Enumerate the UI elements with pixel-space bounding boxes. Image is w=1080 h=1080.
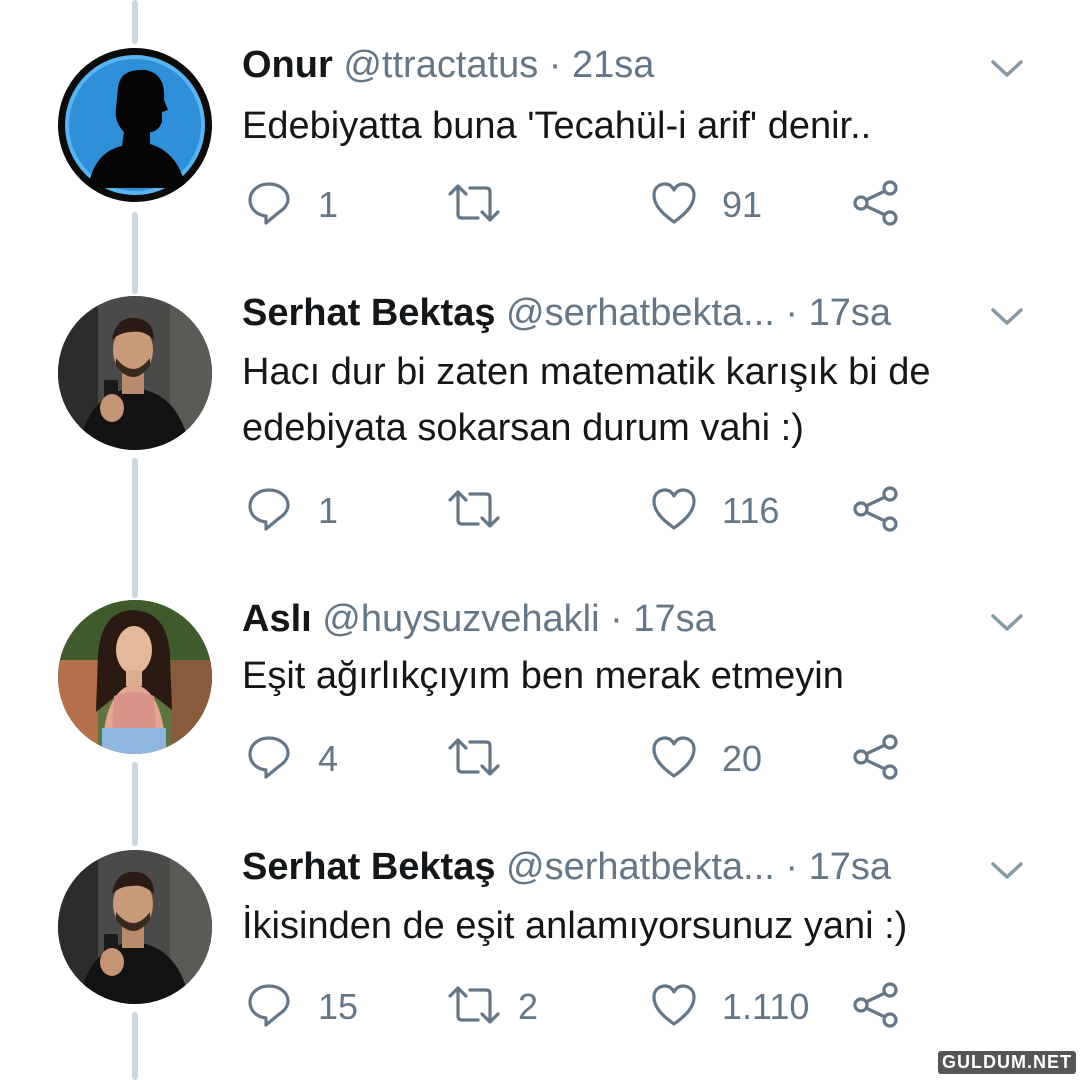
tweet-header: Serhat Bektaş @serhatbekta... · 17sa xyxy=(242,842,891,892)
tweet[interactable]: Serhat Bektaş @serhatbekta... · 17sa İki… xyxy=(0,0,1080,1080)
chevron-down-icon[interactable] xyxy=(990,860,1024,882)
timestamp[interactable]: 17sa xyxy=(809,846,891,888)
like-count: 1.110 xyxy=(722,986,810,1027)
share-icon[interactable] xyxy=(852,982,900,1028)
reply-icon[interactable] xyxy=(246,982,292,1028)
action-bar: 15 2 1.110 xyxy=(0,982,1080,1032)
heart-icon[interactable] xyxy=(650,982,698,1028)
reply-count: 15 xyxy=(318,986,359,1027)
man-selfie-avatar-icon xyxy=(58,850,212,1004)
user-handle[interactable]: @serhatbekta... xyxy=(506,846,775,888)
retweet-count: 2 xyxy=(518,986,539,1027)
avatar[interactable] xyxy=(58,850,212,1004)
watermark-logo: GULDUM.NET xyxy=(938,1051,1076,1074)
retweet-icon[interactable] xyxy=(446,982,502,1028)
tweet-text: İkisinden de eşit anlamıyorsunuz yani :) xyxy=(242,905,908,947)
user-name[interactable]: Serhat Bektaş xyxy=(242,846,495,888)
separator-dot: · xyxy=(785,846,799,888)
